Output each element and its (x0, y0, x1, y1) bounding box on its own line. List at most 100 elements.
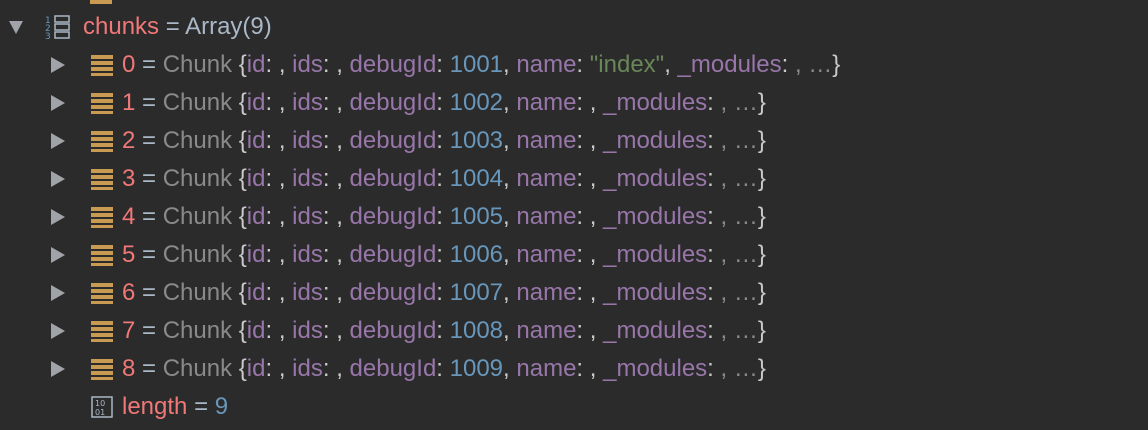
tree-row-chunk-2[interactable]: 2 = Chunk {id: , ids: , debugId: 1003, n… (0, 122, 1148, 160)
chunk-index: 3 (122, 165, 136, 192)
ellipsis: , … (720, 89, 758, 116)
triangle-right-icon[interactable] (48, 312, 68, 350)
separator: , (336, 165, 343, 192)
chunk-index: 8 (122, 355, 136, 382)
tree-row-length[interactable]: 10 01 length = 9 (0, 388, 1148, 426)
prop-name-key: name (516, 165, 577, 192)
triangle-right-icon[interactable] (48, 46, 68, 84)
close-brace: } (757, 89, 766, 116)
separator: , (336, 127, 343, 154)
colon: : (436, 165, 443, 192)
equals-sign: = (142, 355, 157, 382)
open-brace: { (238, 241, 247, 268)
prop-debugid-value: 1001 (449, 51, 504, 78)
separator: , (278, 127, 286, 154)
tree-row-chunk-4[interactable]: 4 = Chunk {id: , ids: , debugId: 1005, n… (0, 198, 1148, 236)
close-brace: } (757, 317, 766, 344)
chunk-type: Chunk (162, 203, 233, 230)
tree-row-chunks[interactable]: 1 2 3 chunks = Array(9) (0, 8, 1148, 46)
colon: : (322, 51, 330, 78)
prop-ids-key: ids (292, 165, 323, 192)
separator: , (589, 165, 597, 192)
close-brace: } (757, 127, 766, 154)
primitive-icon: 10 01 (91, 388, 113, 426)
separator: , (503, 279, 510, 306)
prop-debugid-value: 1009 (449, 355, 504, 382)
prop-modules-key: _modules (603, 355, 708, 382)
chunk-label: 8 = Chunk {id: , ids: , debugId: 1009, n… (122, 350, 766, 388)
tree-row-chunk-7[interactable]: 7 = Chunk {id: , ids: , debugId: 1008, n… (0, 312, 1148, 350)
colon: : (707, 89, 714, 116)
tree-row-chunk-0[interactable]: 0 = Chunk {id: , ids: , debugId: 1001, n… (0, 46, 1148, 84)
length-label: length = 9 (122, 388, 228, 426)
prop-ids-key: ids (292, 317, 323, 344)
triangle-right-icon[interactable] (48, 84, 68, 122)
chunk-label: 1 = Chunk {id: , ids: , debugId: 1002, n… (122, 84, 766, 122)
chunk-label: 4 = Chunk {id: , ids: , debugId: 1005, n… (122, 198, 766, 236)
colon: : (707, 127, 714, 154)
prop-name-value: "index" (589, 51, 665, 78)
open-brace: { (238, 279, 247, 306)
separator: , (336, 203, 343, 230)
tree-row-chunk-6[interactable]: 6 = Chunk {id: , ids: , debugId: 1007, n… (0, 274, 1148, 312)
colon: : (707, 355, 714, 382)
separator: , (503, 51, 510, 78)
variable-label: chunks = Array(9) (83, 8, 272, 46)
open-brace: { (238, 127, 247, 154)
colon: : (707, 203, 714, 230)
tree-row-chunk-3[interactable]: 3 = Chunk {id: , ids: , debugId: 1004, n… (0, 160, 1148, 198)
prop-modules-key: _modules (603, 279, 708, 306)
separator: , (589, 317, 597, 344)
object-icon (91, 198, 113, 236)
chunk-index: 5 (122, 241, 136, 268)
prop-debugid-key: debugId (349, 165, 437, 192)
colon: : (322, 165, 330, 192)
length-value: 9 (214, 393, 229, 420)
colon: : (707, 317, 714, 344)
separator: , (278, 355, 286, 382)
ellipsis: , … (720, 203, 758, 230)
equals-sign: = (194, 393, 209, 420)
tree-row-chunk-5[interactable]: 5 = Chunk {id: , ids: , debugId: 1006, n… (0, 236, 1148, 274)
separator: , (278, 165, 286, 192)
open-brace: { (238, 355, 247, 382)
prop-name-key: name (516, 127, 577, 154)
array-icon: 1 2 3 (45, 8, 75, 46)
chunk-type: Chunk (162, 279, 233, 306)
tree-row-chunk-1[interactable]: 1 = Chunk {id: , ids: , debugId: 1002, n… (0, 84, 1148, 122)
ellipsis: , … (720, 279, 758, 306)
prop-id-key: id (246, 89, 266, 116)
colon: : (781, 51, 789, 78)
triangle-right-icon[interactable] (48, 350, 68, 388)
triangle-down-icon[interactable] (6, 8, 26, 46)
colon: : (265, 127, 273, 154)
prop-name-key: name (516, 279, 577, 306)
close-brace: } (757, 203, 766, 230)
prop-modules-key: _modules (603, 127, 708, 154)
chunk-type: Chunk (162, 89, 233, 116)
prop-modules-key: _modules (603, 317, 708, 344)
colon: : (436, 241, 443, 268)
colon: : (322, 127, 330, 154)
prop-debugid-value: 1005 (449, 203, 504, 230)
prop-ids-key: ids (292, 203, 323, 230)
equals-sign: = (142, 89, 157, 116)
colon: : (436, 317, 443, 344)
prop-debugid-key: debugId (349, 241, 437, 268)
prop-debugid-key: debugId (349, 89, 437, 116)
triangle-right-icon[interactable] (48, 236, 68, 274)
triangle-right-icon[interactable] (48, 160, 68, 198)
clipped-previous-row (0, 0, 1148, 6)
triangle-right-icon[interactable] (48, 122, 68, 160)
tree-row-chunk-8[interactable]: 8 = Chunk {id: , ids: , debugId: 1009, n… (0, 350, 1148, 388)
equals-sign: = (142, 317, 157, 344)
variable-value: Array(9) (185, 13, 272, 40)
triangle-right-icon[interactable] (48, 198, 68, 236)
chunk-index: 2 (122, 127, 136, 154)
close-brace: } (757, 355, 766, 382)
colon: : (265, 279, 273, 306)
prop-ids-key: ids (292, 89, 323, 116)
prop-ids-key: ids (292, 279, 323, 306)
prop-modules-key: _modules (603, 89, 708, 116)
triangle-right-icon[interactable] (48, 274, 68, 312)
